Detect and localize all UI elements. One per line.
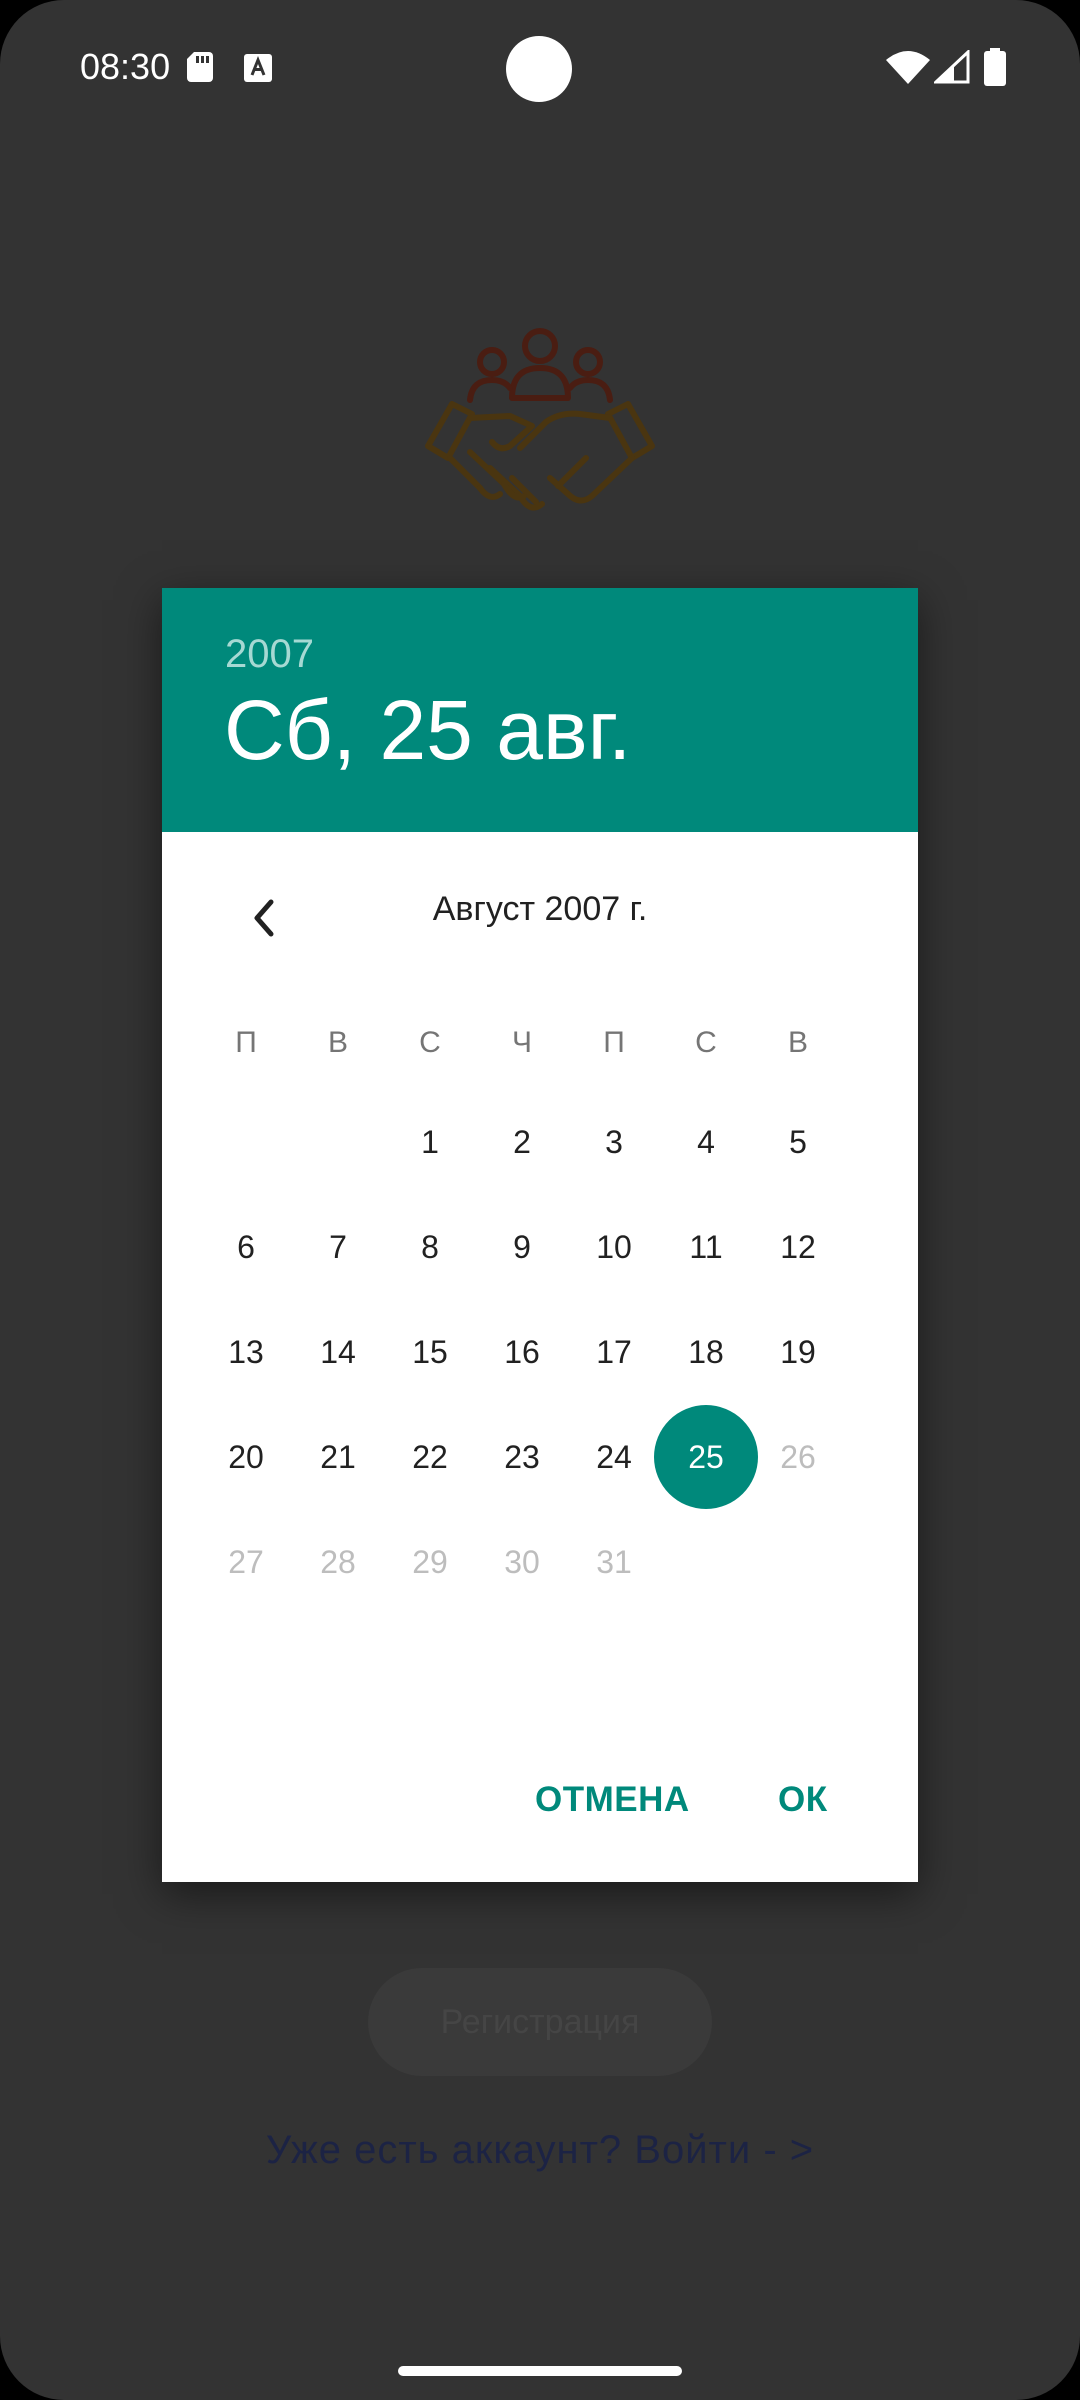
calendar-day[interactable]: 4 (660, 1096, 752, 1188)
calendar-day: 28 (320, 1543, 356, 1580)
wifi-icon (886, 51, 930, 84)
calendar-day[interactable]: 12 (752, 1201, 844, 1293)
calendar-day[interactable]: 2 (476, 1096, 568, 1188)
status-time: 08:30 (80, 46, 171, 87)
calendar-day[interactable]: 10 (568, 1201, 660, 1293)
calendar-day: 27 (228, 1543, 264, 1580)
calendar-day[interactable]: 1 (384, 1096, 476, 1188)
date-picker-dialog: 2007 Сб, 25 авг. Август 2007 г. ПВСЧПСВ … (162, 588, 918, 1882)
month-navigation: Август 2007 г. (162, 832, 918, 1012)
header-selected-date[interactable]: Сб, 25 авг. (224, 682, 631, 779)
calendar-day[interactable]: 6 (200, 1201, 292, 1293)
battery-icon (984, 48, 1006, 86)
weekday-label: П (603, 1026, 625, 1059)
sd-card-icon (187, 52, 213, 82)
login-link: Уже есть аккаунт? Войти - > (265, 2128, 815, 2172)
ok-button[interactable]: ОК (778, 1768, 828, 1832)
calendar-day[interactable]: 7 (292, 1201, 384, 1293)
weekday-label: П (235, 1026, 257, 1059)
handshake-people-icon (425, 328, 655, 511)
calendar-day[interactable]: 11 (660, 1201, 752, 1293)
calendar-day[interactable]: 5 (752, 1096, 844, 1188)
calendar-day[interactable]: 21 (292, 1411, 384, 1503)
header-year[interactable]: 2007 (225, 632, 314, 677)
cancel-button[interactable]: ОТМЕНА (535, 1768, 690, 1832)
calendar-day[interactable]: 3 (568, 1096, 660, 1188)
calendar-day[interactable]: 18 (660, 1306, 752, 1398)
calendar-day: 30 (504, 1543, 540, 1580)
register-button: Регистрация (368, 1968, 712, 2076)
weekday-label: Ч (512, 1026, 532, 1059)
weekday-label: С (419, 1026, 441, 1059)
keyboard-a-icon (244, 54, 272, 82)
month-title: Август 2007 г. (432, 890, 648, 928)
calendar-day[interactable]: 16 (476, 1306, 568, 1398)
calendar-day[interactable]: 13 (200, 1306, 292, 1398)
date-picker-header: 2007 Сб, 25 авг. (162, 588, 918, 832)
calendar-day: 31 (596, 1543, 632, 1580)
status-bar: 08:30 (0, 0, 1080, 130)
calendar-day[interactable]: 22 (384, 1411, 476, 1503)
weekday-label: В (327, 1026, 348, 1059)
weekday-label: В (787, 1026, 808, 1059)
screen: 08:30 Регистрация Уже есть аккаунт? Войт… (0, 0, 1080, 2400)
calendar-day[interactable]: 14 (292, 1306, 384, 1398)
calendar-day: 26 (780, 1438, 816, 1475)
selected-day[interactable]: 25 (654, 1405, 758, 1509)
home-indicator[interactable] (398, 2366, 682, 2376)
calendar-day: 29 (412, 1543, 448, 1580)
calendar-day[interactable]: 23 (476, 1411, 568, 1503)
calendar-day[interactable]: 9 (476, 1201, 568, 1293)
front-camera (506, 36, 572, 102)
signal-icon (934, 50, 970, 84)
calendar-day[interactable]: 24 (568, 1411, 660, 1503)
calendar-day[interactable]: 15 (384, 1306, 476, 1398)
calendar-day[interactable]: 8 (384, 1201, 476, 1293)
calendar-day[interactable]: 17 (568, 1306, 660, 1398)
calendar-day[interactable]: 20 (200, 1411, 292, 1503)
calendar-day[interactable]: 19 (752, 1306, 844, 1398)
weekday-label: С (695, 1026, 717, 1059)
